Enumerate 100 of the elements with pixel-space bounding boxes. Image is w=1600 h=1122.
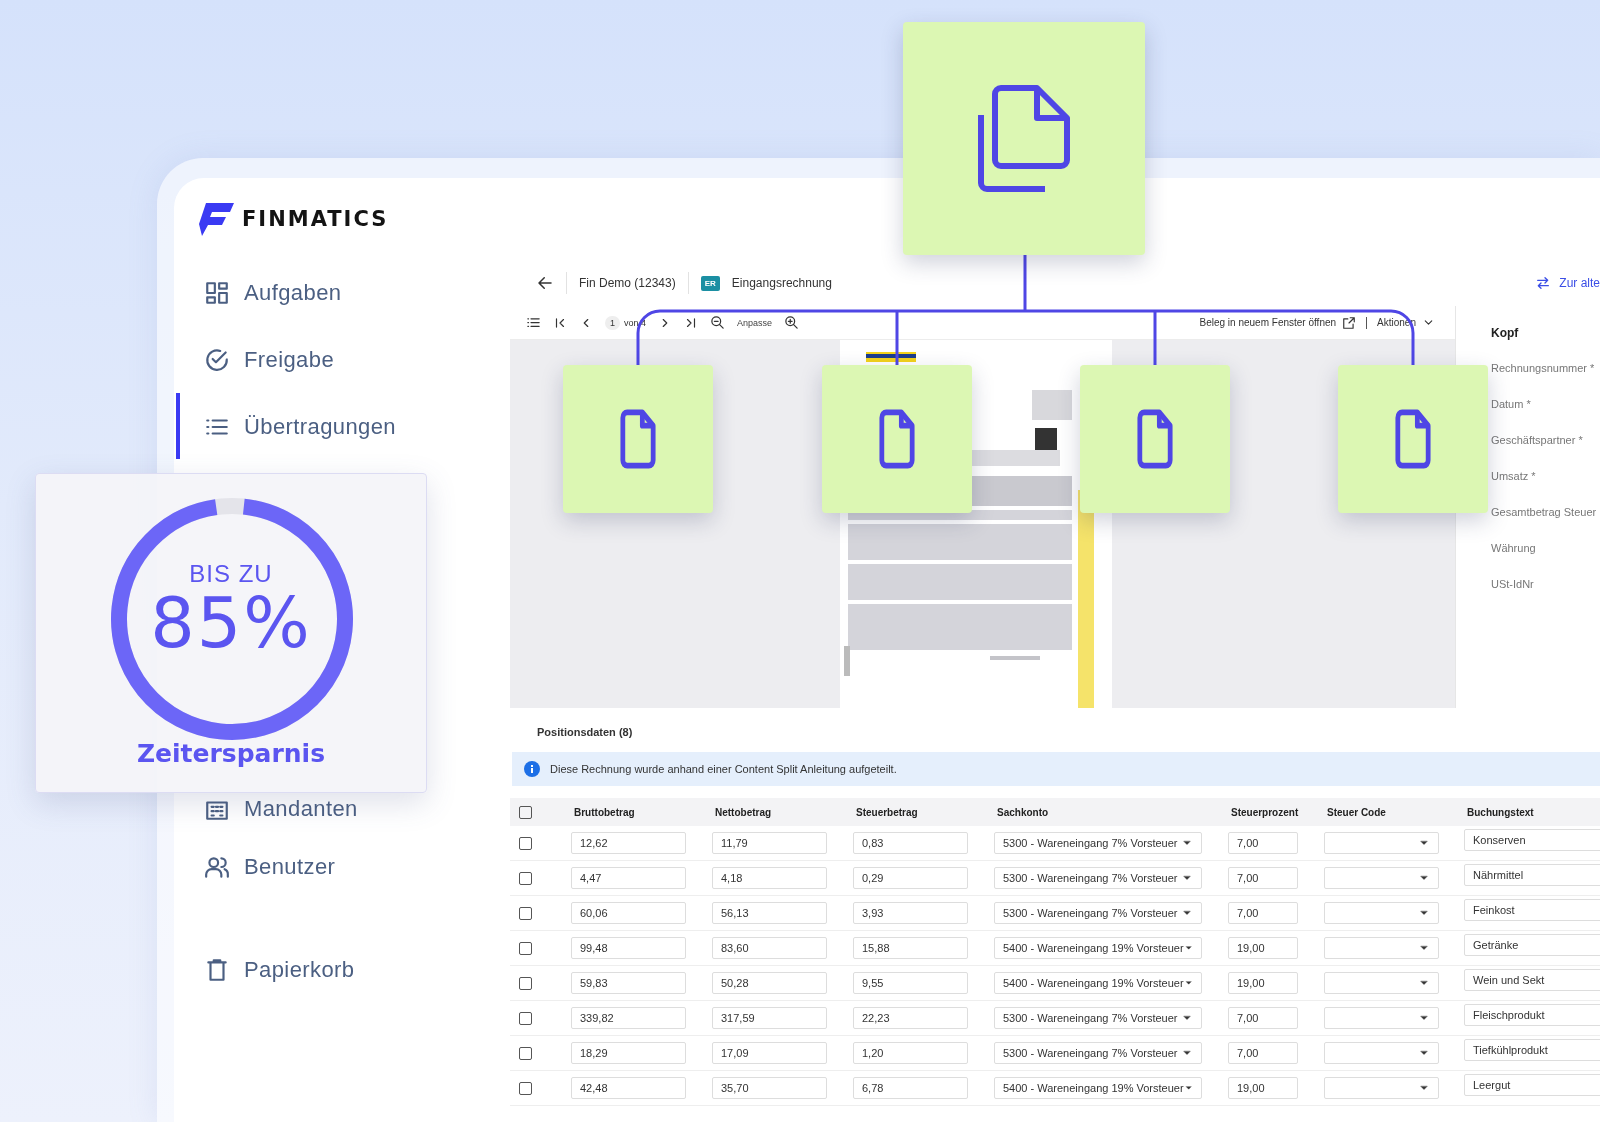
amount-field[interactable]: 0,83	[853, 832, 968, 854]
sidebar-item[interactable]: Aufgaben	[174, 259, 510, 326]
promo-caption: Zeitersparnis	[135, 739, 327, 768]
amount-field[interactable]: 56,13	[712, 902, 827, 924]
checkbox[interactable]	[519, 836, 532, 850]
field-label: Datum *	[1491, 398, 1532, 412]
document-type: Eingangsrechnung	[731, 276, 832, 290]
grid-icon	[204, 279, 230, 306]
open-new-window-link[interactable]: Beleg in neuem Fenster öffnen	[1199, 317, 1337, 328]
list-icon[interactable]	[526, 315, 541, 330]
checkbox[interactable]	[519, 1046, 532, 1060]
page-count: von 4	[624, 317, 647, 328]
column-header: Steuerbetrag	[855, 806, 919, 818]
amount-field[interactable]: 22,23	[853, 1007, 968, 1029]
sidebar-item[interactable]: Freigabe	[174, 326, 510, 393]
zoom-out-icon[interactable]	[710, 315, 726, 330]
document-type-badge: ER	[700, 275, 720, 291]
booking-text-field[interactable]: Wein und Sekt	[1464, 969, 1600, 991]
account-dropdown[interactable]: 5300 - Wareneingang 7% Vorsteuer	[994, 1042, 1202, 1064]
field-label: Rechnungsnummer *	[1491, 362, 1596, 376]
sidebar-item[interactable]: Benutzer	[174, 833, 510, 900]
amount-field[interactable]: 339,82	[571, 1007, 686, 1029]
percent-field[interactable]: 7,00	[1228, 832, 1298, 854]
account-dropdown[interactable]: 5400 - Wareneingang 19% Vorsteuer	[994, 972, 1202, 994]
column-header: Steuer Code	[1326, 806, 1387, 818]
amount-field[interactable]: 17,09	[712, 1042, 827, 1064]
amount-field[interactable]: 18,29	[571, 1042, 686, 1064]
amount-field[interactable]: 6,78	[853, 1077, 968, 1099]
account-dropdown[interactable]: 5300 - Wareneingang 7% Vorsteuer	[994, 867, 1202, 889]
account-dropdown[interactable]: 5300 - Wareneingang 7% Vorsteuer	[994, 832, 1202, 854]
page-number[interactable]: 1	[605, 315, 620, 330]
percent-field[interactable]: 19,00	[1228, 972, 1298, 994]
percent-field[interactable]: 7,00	[1228, 1007, 1298, 1029]
checkbox[interactable]	[519, 941, 532, 955]
booking-text-field[interactable]: Nährmittel	[1464, 864, 1600, 886]
amount-field[interactable]: 50,28	[712, 972, 827, 994]
logo-icon	[198, 202, 234, 236]
field-label: Währung	[1491, 542, 1537, 556]
booking-text-field[interactable]: Tiefkühlprodukt	[1464, 1039, 1600, 1061]
section-title: Kopf	[1491, 326, 1520, 340]
sidebar-item[interactable]: Übertragungen	[174, 393, 510, 460]
percent-field[interactable]: 7,00	[1228, 867, 1298, 889]
amount-field[interactable]: 3,93	[853, 902, 968, 924]
back-arrow-icon[interactable]	[536, 274, 554, 292]
percent-field[interactable]: 19,00	[1228, 1077, 1298, 1099]
account-dropdown[interactable]: 5300 - Wareneingang 7% Vorsteuer	[994, 902, 1202, 924]
account-dropdown[interactable]: 5400 - Wareneingang 19% Vorsteuer	[994, 1077, 1202, 1099]
column-header: Steuerprozent	[1230, 806, 1300, 818]
amount-field[interactable]: 60,06	[571, 902, 686, 924]
first-page-icon[interactable]	[553, 315, 567, 330]
swap-icon[interactable]	[1535, 275, 1552, 291]
field-label: USt-IdNr	[1491, 578, 1535, 592]
percent-field[interactable]: 7,00	[1228, 902, 1298, 924]
amount-field[interactable]: 4,18	[712, 867, 827, 889]
sidebar-item[interactable]: Papierkorb	[174, 936, 510, 1003]
booking-text-field[interactable]: Feinkost	[1464, 899, 1600, 921]
account-dropdown[interactable]: 5300 - Wareneingang 7% Vorsteuer	[994, 1007, 1202, 1029]
amount-field[interactable]: 15,88	[853, 937, 968, 959]
select-all-checkbox[interactable]	[519, 805, 532, 819]
account-dropdown[interactable]: 5400 - Wareneingang 19% Vorsteuer	[994, 937, 1202, 959]
checkbox[interactable]	[519, 1081, 532, 1095]
field-label: Umsatz *	[1491, 470, 1537, 484]
copy-icon	[976, 84, 1072, 193]
switch-link[interactable]: Zur alte	[1559, 276, 1600, 290]
client-name: Fin Demo (12343)	[579, 276, 676, 290]
zoom-in-icon[interactable]	[784, 315, 800, 330]
field-label: Gesamtbetrag Steuer	[1491, 506, 1598, 520]
column-header: Nettobetrag	[714, 806, 773, 818]
percent-field[interactable]: 19,00	[1228, 937, 1298, 959]
booking-text-field[interactable]: Leergut	[1464, 1074, 1600, 1096]
checkbox[interactable]	[519, 906, 532, 920]
column-header: Bruttobetrag	[573, 806, 636, 818]
sidebar-item[interactable]: Mandanten	[174, 794, 510, 824]
brand-name: FINMATICS	[242, 207, 389, 231]
booking-text-field[interactable]: Getränke	[1464, 934, 1600, 956]
amount-field[interactable]: 35,70	[712, 1077, 827, 1099]
checkbox[interactable]	[519, 871, 532, 885]
info-icon	[524, 761, 540, 777]
checkbox[interactable]	[519, 1011, 532, 1025]
external-link-icon[interactable]	[1342, 315, 1357, 330]
percent-field[interactable]: 7,00	[1228, 1042, 1298, 1064]
booking-text-field[interactable]: Fleischprodukt	[1464, 1004, 1600, 1026]
amount-field[interactable]: 4,47	[571, 867, 686, 889]
zoom-mode[interactable]: Anpasse	[737, 317, 773, 328]
amount-field[interactable]: 42,48	[571, 1077, 686, 1099]
amount-field[interactable]: 12,62	[571, 832, 686, 854]
amount-field[interactable]: 99,48	[571, 937, 686, 959]
section-title: Positionsdaten (8)	[537, 726, 634, 740]
amount-field[interactable]: 83,60	[712, 937, 827, 959]
amount-field[interactable]: 11,79	[712, 832, 827, 854]
amount-field[interactable]: 317,59	[712, 1007, 827, 1029]
info-text: Diese Rechnung wurde anhand einer Content Split Anleitung aufgeteilt.	[550, 763, 897, 775]
amount-field[interactable]: 9,55	[853, 972, 968, 994]
amount-field[interactable]: 0,29	[853, 867, 968, 889]
column-header: Buchungstext	[1466, 806, 1535, 818]
amount-field[interactable]: 1,20	[853, 1042, 968, 1064]
booking-text-field[interactable]: Konserven	[1464, 829, 1600, 851]
amount-field[interactable]: 59,83	[571, 972, 686, 994]
checkbox[interactable]	[519, 976, 532, 990]
check-circle-icon	[204, 346, 230, 373]
